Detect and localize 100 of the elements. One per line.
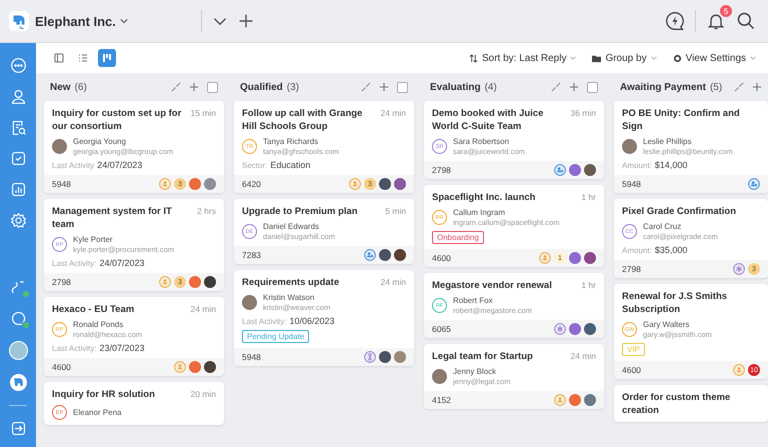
- column-count: (6): [74, 82, 87, 92]
- caret-icon: [750, 56, 756, 60]
- link-icon[interactable]: [10, 279, 26, 296]
- contact-name: Leslie Phillips: [643, 137, 692, 146]
- chat-icon[interactable]: [10, 310, 26, 327]
- deal-number: 2798: [432, 165, 451, 175]
- chat-icon[interactable]: [10, 57, 26, 74]
- search-icon[interactable]: [736, 11, 756, 31]
- contact-name: Callum Ingram: [453, 208, 506, 217]
- elapsed-time: 1 hr: [581, 191, 596, 203]
- deal-number: 5948: [242, 352, 261, 362]
- contact-photo-placeholder: [242, 295, 257, 310]
- folder-icon: [592, 54, 602, 62]
- plus-icon[interactable]: [238, 13, 254, 29]
- deal-number: 4600: [52, 362, 71, 372]
- list-icon: [77, 52, 89, 64]
- deal-number: 2798: [622, 264, 641, 274]
- deal-title: PO BE Unity: Confirm and Sign: [622, 107, 741, 133]
- contact-name: Daniel Edwards: [263, 222, 320, 231]
- column-title: Qualified: [240, 82, 283, 92]
- deal-number: 2798: [52, 277, 71, 287]
- select-checkbox[interactable]: [397, 82, 408, 92]
- elapsed-time: 20 min: [190, 388, 216, 400]
- plus-icon[interactable]: [379, 82, 389, 92]
- chart-icon[interactable]: [10, 181, 26, 198]
- deal-number: 4600: [622, 365, 641, 375]
- deal-title: Follow up call with Grange Hill Schools Group: [242, 107, 364, 133]
- deal-number: 5948: [52, 179, 71, 189]
- elephant-logo-icon: [9, 11, 29, 31]
- contact-photo-placeholder: [432, 369, 447, 384]
- contact-name: Kyle Porter: [73, 235, 114, 244]
- elapsed-time: 24 min: [570, 350, 596, 362]
- caret-icon: [650, 56, 657, 60]
- elapsed-time: 36 min: [570, 107, 596, 119]
- contact-name: Ronald Ponds: [73, 320, 124, 329]
- notification-badge: 5: [720, 5, 732, 17]
- contact-name: Georgia Young: [73, 137, 127, 146]
- caret-icon: [570, 56, 576, 60]
- column-count: (5): [710, 82, 722, 92]
- field-value: $14,000: [654, 160, 688, 170]
- column-count: (3): [286, 82, 300, 92]
- field-label: Last Activity: [52, 161, 94, 170]
- deal-title: Megastore vendor renewal: [432, 279, 553, 292]
- elephant-logo-icon[interactable]: [10, 374, 26, 391]
- elapsed-time: 24 min: [190, 303, 216, 315]
- contact-name: Tanya Richards: [263, 137, 320, 146]
- field-value: 23/07/2023: [99, 343, 145, 353]
- group-by-button[interactable]: Group by: [592, 52, 657, 64]
- status-tag: Onboarding: [432, 231, 484, 244]
- deal-title: Pixel Grade Confirmation: [622, 205, 738, 218]
- collapse-icon[interactable]: [734, 82, 744, 92]
- column-title: New: [50, 82, 71, 92]
- status-tag: Pending Update: [242, 330, 310, 343]
- deal-title: Upgrade to Premium plan: [242, 205, 359, 218]
- select-checkbox[interactable]: [207, 82, 218, 92]
- contact-name: Sara Robertson: [453, 137, 510, 146]
- plus-icon[interactable]: [189, 82, 199, 92]
- sort-button[interactable]: Sort by: Last Reply: [468, 52, 576, 64]
- contact-name: Robert Fox: [453, 296, 494, 305]
- contact-name: Kristin Watson: [263, 293, 316, 302]
- field-label: Last Activity:: [52, 344, 96, 353]
- deal-card[interactable]: Order for custom theme creation: [614, 385, 768, 422]
- elapsed-time: 2 hrs: [197, 205, 216, 217]
- board-view-button[interactable]: [98, 49, 116, 67]
- collapse-icon[interactable]: [171, 82, 181, 92]
- deal-number: 6420: [242, 179, 261, 189]
- field-label: Last Activity:: [52, 259, 96, 268]
- field-label: Amount:: [622, 161, 652, 170]
- deal-title: Order for custom theme creation: [622, 391, 732, 417]
- collapse-icon[interactable]: [361, 82, 371, 92]
- elapsed-time: 1 hr: [581, 279, 596, 291]
- deal-title: Management system for IT team: [52, 205, 173, 231]
- contact-photo-placeholder: [622, 139, 637, 154]
- column-count: (4): [484, 82, 497, 92]
- collapse-icon[interactable]: [551, 82, 561, 92]
- settings-icon[interactable]: [10, 212, 26, 229]
- elapsed-time: 15 min: [190, 107, 216, 119]
- column-title: Awaiting Payment: [620, 82, 706, 92]
- user-avatar[interactable]: [8, 341, 28, 360]
- field-value: 24/07/2023: [97, 160, 142, 170]
- view-settings-button[interactable]: View Settings: [672, 52, 756, 64]
- workspace-switcher[interactable]: Elephant Inc.: [35, 14, 128, 28]
- select-checkbox[interactable]: [587, 82, 598, 92]
- field-value: Education: [270, 160, 310, 170]
- contact-name: Carol Cruz: [643, 222, 682, 231]
- deal-title: Legal team for Startup: [432, 350, 534, 363]
- lightning-chat-icon[interactable]: [665, 11, 685, 31]
- deal-number: 6065: [432, 324, 451, 334]
- caret-icon: [120, 18, 128, 24]
- exit-icon[interactable]: [10, 420, 26, 437]
- user-icon[interactable]: [10, 88, 26, 105]
- contact-photo-placeholder: [52, 139, 67, 154]
- plus-icon[interactable]: [569, 82, 579, 92]
- field-value: 10/06/2023: [289, 316, 335, 326]
- field-value: $35,000: [654, 245, 688, 255]
- plus-icon[interactable]: [752, 82, 762, 92]
- checkbox-icon[interactable]: [10, 150, 26, 167]
- deal-number: 4600: [432, 253, 451, 263]
- sort-icon: [468, 54, 478, 62]
- deal-title: Hexaco - EU Team: [52, 303, 136, 316]
